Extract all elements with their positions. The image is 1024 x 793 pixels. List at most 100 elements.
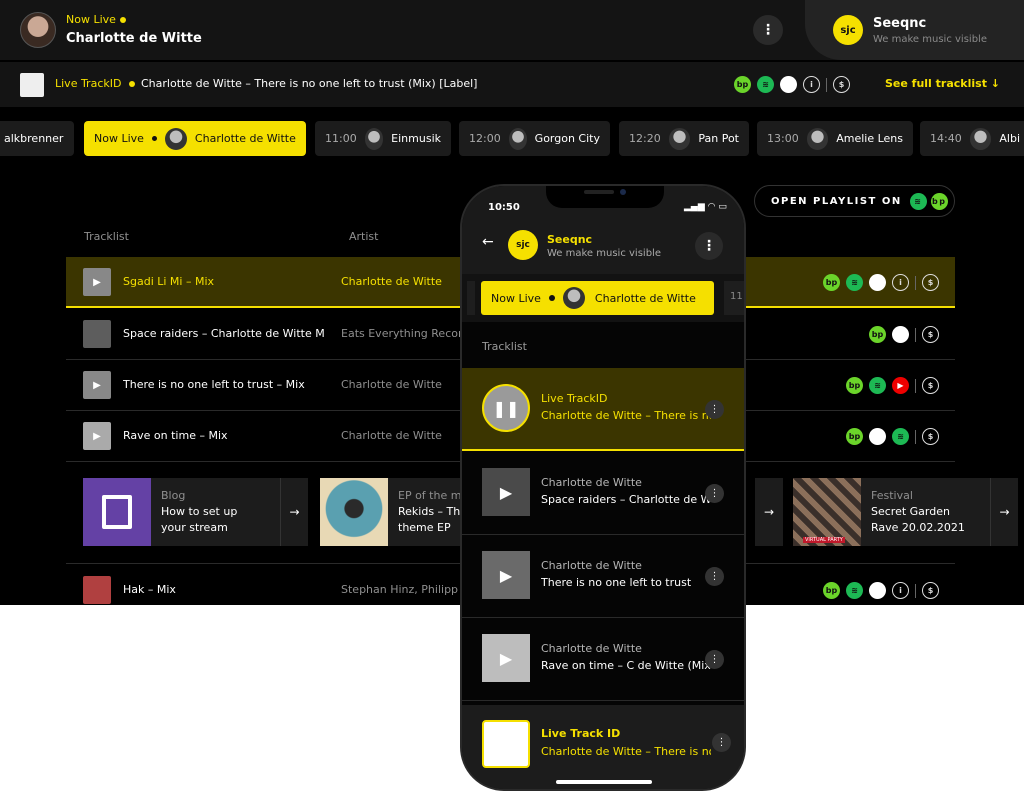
spotify-icon[interactable]: ≋ <box>909 192 927 210</box>
chip-artist-name: Einmusik <box>391 132 441 145</box>
spotify-icon[interactable]: ≋ <box>846 274 863 291</box>
apple-music-icon[interactable] <box>869 428 886 445</box>
phone-notch <box>546 186 664 208</box>
info-icon[interactable]: i <box>892 582 909 599</box>
track-cover-thumbnail <box>83 576 111 604</box>
info-icon[interactable]: i <box>803 76 820 93</box>
beatport-icon[interactable]: bp <box>734 76 751 93</box>
blog-card[interactable]: Blog How to set up your stream → <box>83 478 308 546</box>
status-time: 10:50 <box>488 202 520 213</box>
track-title: There is no one left to trust <box>541 576 692 589</box>
lineup-chip-now-live[interactable]: Now Live Charlotte de Witte <box>84 121 306 156</box>
donate-dollar-icon[interactable]: $ <box>922 377 939 394</box>
lineup-chip[interactable]: 11 <box>724 281 744 315</box>
brand-name: Seeqnc <box>547 233 593 246</box>
column-header-tracklist: Tracklist <box>84 230 129 243</box>
play-icon[interactable]: ▶ <box>482 551 530 599</box>
back-arrow-icon[interactable]: ← <box>482 234 494 250</box>
phone-track-row[interactable]: ▶ Charlotte de Witte Space raiders – Cha… <box>462 452 744 535</box>
chip-artist-avatar <box>508 127 527 150</box>
row-more-button[interactable]: ⋮ <box>705 650 724 669</box>
chip-artist-name: Pan Pot <box>698 132 739 145</box>
phone-track-row-live[interactable]: ❚❚ Live TrackID Charlotte de Witte – The… <box>462 368 744 451</box>
beatport-icon[interactable]: bp <box>869 326 886 343</box>
apple-music-icon[interactable] <box>780 76 797 93</box>
mobile-phone-view: 10:50 ▂▄▆ ◠ ▭ ← sjc Seeqnc We make music… <box>460 184 746 791</box>
spotify-icon[interactable]: ≋ <box>869 377 886 394</box>
current-track-title: Charlotte de Witte – There is no <box>541 745 711 758</box>
lineup-chip-now-live[interactable]: Now Live Charlotte de Witte <box>481 281 714 315</box>
phone-track-row[interactable]: ▶ Charlotte de Witte There is no one lef… <box>462 535 744 618</box>
spotify-icon[interactable]: ≋ <box>846 582 863 599</box>
section-title-tracklist: Tracklist <box>482 340 527 353</box>
pause-icon[interactable]: ❚❚ <box>482 384 530 432</box>
track-artist: Charlotte de Witte <box>541 642 642 655</box>
spotify-icon[interactable]: ≋ <box>892 428 909 445</box>
row-more-button[interactable]: ⋮ <box>705 400 724 419</box>
play-icon[interactable]: ▶ <box>482 468 530 516</box>
lineup-chip[interactable]: 14:40 Albi <box>920 121 1024 156</box>
phone-live-trackid-bar[interactable]: Live Track ID Charlotte de Witte – There… <box>462 705 744 789</box>
apple-music-icon[interactable] <box>869 274 886 291</box>
track-cover-thumbnail <box>482 720 530 768</box>
row-more-button[interactable]: ⋮ <box>705 484 724 503</box>
card-arrow-button[interactable]: → <box>755 478 783 546</box>
open-playlist-button[interactable]: OPEN PLAYLIST ON ≋ bp <box>754 185 955 217</box>
card-arrow-icon[interactable]: → <box>990 478 1018 546</box>
track-service-icons: bp ≋ i $ <box>734 76 850 93</box>
play-icon[interactable]: ▶ <box>482 634 530 682</box>
play-icon[interactable]: ▶ <box>83 422 111 450</box>
donate-dollar-icon[interactable]: $ <box>922 582 939 599</box>
artist-name: Charlotte de Witte <box>66 31 202 46</box>
card-text: Blog How to set up your stream <box>151 478 280 546</box>
beatport-icon[interactable]: bp <box>930 192 948 210</box>
track-service-icons: bp $ <box>869 326 939 343</box>
donate-dollar-icon[interactable]: $ <box>833 76 850 93</box>
phone-track-row[interactable]: ▶ Charlotte de Witte Rave on time – C de… <box>462 618 744 701</box>
row-more-button[interactable]: ⋮ <box>712 733 731 752</box>
live-track-id-label: Live Track ID <box>541 727 621 740</box>
beatport-icon[interactable]: bp <box>823 274 840 291</box>
track-artist: Charlotte de Witte <box>541 559 642 572</box>
chip-artist-name: Gorgon City <box>534 132 600 145</box>
chip-artist-avatar <box>668 127 691 150</box>
festival-card[interactable]: VIRTUAL PARTY Festival Secret Garden Rave … <box>793 478 1018 546</box>
divider <box>826 77 827 92</box>
home-indicator[interactable] <box>556 780 652 784</box>
card-text: Festival Secret Garden Rave 20.02.2021 <box>861 478 990 546</box>
row-more-button[interactable]: ⋮ <box>705 567 724 586</box>
beatport-icon[interactable]: bp <box>823 582 840 599</box>
apple-music-icon[interactable] <box>892 326 909 343</box>
donate-dollar-icon[interactable]: $ <box>922 274 939 291</box>
chip-now-live-label: Now Live <box>94 132 144 145</box>
youtube-icon[interactable]: ▶ <box>892 377 909 394</box>
see-full-tracklist-link[interactable]: See full tracklist ↓ <box>885 77 1000 90</box>
more-options-button[interactable]: ⋮ <box>753 15 783 45</box>
donate-dollar-icon[interactable]: $ <box>922 326 939 343</box>
divider <box>915 429 916 444</box>
donate-dollar-icon[interactable]: $ <box>922 428 939 445</box>
lineup-chip[interactable]: 12:20 Pan Pot <box>619 121 749 156</box>
apple-music-icon[interactable] <box>869 582 886 599</box>
more-options-button[interactable]: ⋮ <box>695 232 723 260</box>
chip-artist-name: Charlotte de Witte <box>194 132 296 145</box>
card-title-line2: your stream <box>161 521 228 534</box>
lineup-chip[interactable]: 13:00 Amelie Lens <box>757 121 913 156</box>
spotify-icon[interactable]: ≋ <box>757 76 774 93</box>
card-category: Festival <box>871 489 913 502</box>
lineup-chip[interactable]: 12:00 Gorgon City <box>459 121 610 156</box>
info-icon[interactable]: i <box>892 274 909 291</box>
card-title-line2: Rave 20.02.2021 <box>871 521 965 534</box>
lineup-chip[interactable]: alkbrenner <box>0 121 74 156</box>
beatport-icon[interactable]: bp <box>846 377 863 394</box>
now-live-indicator: Now Live <box>66 13 126 26</box>
chip-now-live-label: Now Live <box>491 291 541 305</box>
beatport-icon[interactable]: bp <box>846 428 863 445</box>
seeqnc-logo-icon: sjc <box>833 15 863 45</box>
seeqnc-logo-icon: sjc <box>508 230 538 260</box>
play-icon[interactable]: ▶ <box>83 268 111 296</box>
lineup-chip[interactable]: 11:00 Einmusik <box>315 121 451 156</box>
card-arrow-icon[interactable]: → <box>280 478 308 546</box>
card-arrow-icon[interactable]: → <box>755 478 783 546</box>
play-icon[interactable]: ▶ <box>83 371 111 399</box>
